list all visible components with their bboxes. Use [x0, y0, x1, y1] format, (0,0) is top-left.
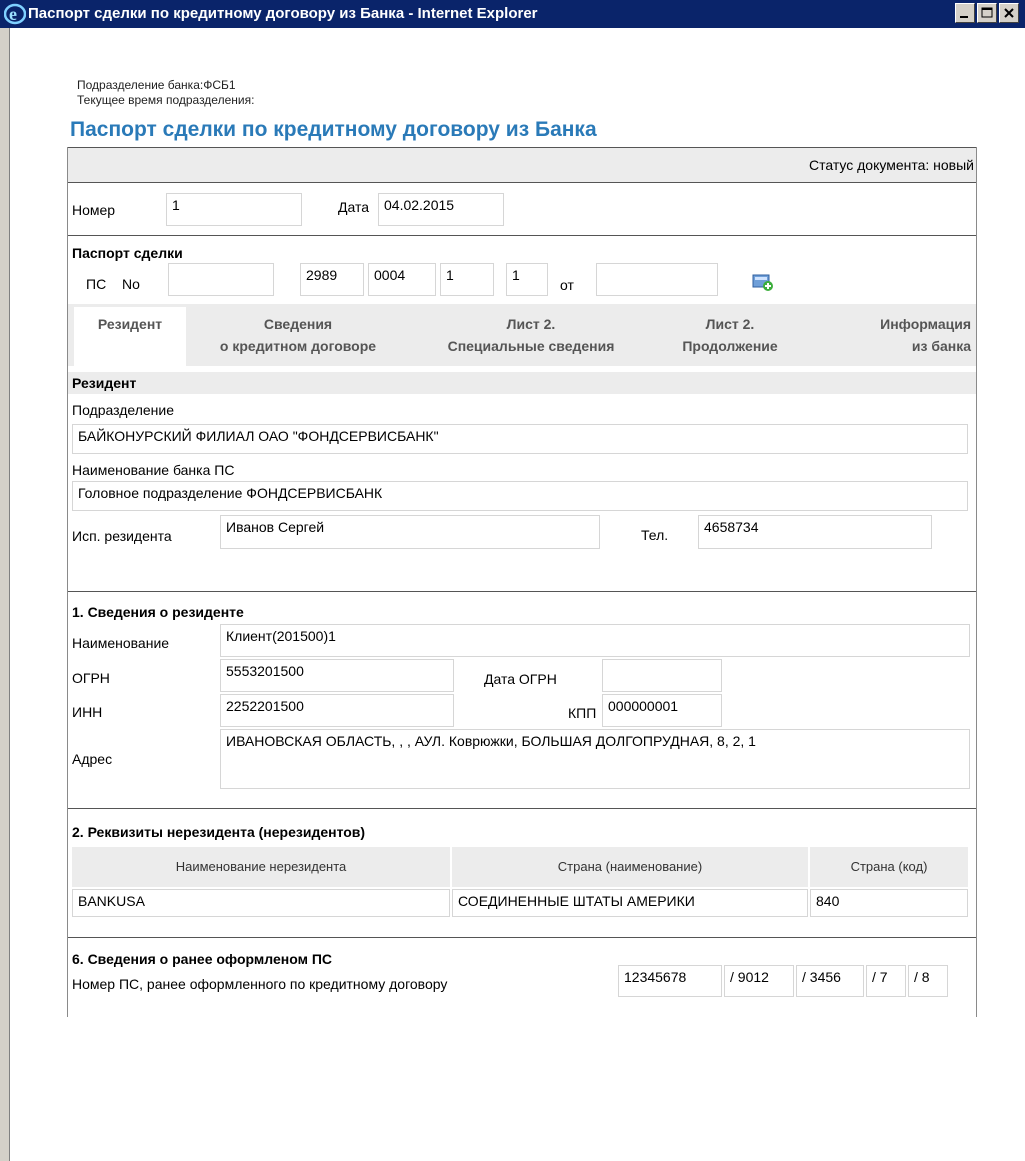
section1-heading: 1. Сведения о резиденте: [72, 604, 244, 620]
close-icon: [1004, 8, 1014, 18]
bank-division-line: Подразделение банка:ФСБ1: [77, 78, 236, 92]
prior-ps-part3[interactable]: / 3456: [796, 965, 864, 997]
svg-text:e: e: [9, 4, 17, 24]
number-label: Номер: [72, 202, 116, 218]
passport-part2-input[interactable]: 2989: [300, 263, 364, 296]
tab-resident-label: Резидент: [97, 316, 163, 332]
tab-resident[interactable]: Резидент: [74, 307, 186, 369]
resident-section-title: Резидент: [72, 375, 137, 391]
phone-label: Тел.: [641, 527, 669, 543]
divider: [68, 591, 976, 592]
division-label: Подразделение: [72, 402, 175, 418]
tab-credit-agreement[interactable]: Сведения о кредитном договоре: [189, 307, 407, 363]
prior-ps-part2[interactable]: / 9012: [724, 965, 794, 997]
prior-ps-part1[interactable]: 12345678: [618, 965, 722, 997]
no-label: No: [122, 276, 140, 292]
executor-label: Исп. резидента: [72, 528, 172, 544]
division-input[interactable]: БАЙКОНУРСКИЙ ФИЛИАЛ ОАО "ФОНДСЕРВИСБАНК": [72, 424, 968, 454]
divider: [68, 235, 976, 236]
tab-special-info[interactable]: Лист 2. Специальные сведения: [409, 307, 653, 363]
from-label: от: [560, 277, 574, 293]
ps-label: ПС: [86, 276, 107, 292]
ogrn-label: ОГРН: [72, 670, 110, 686]
divider: [68, 937, 976, 938]
document-form: Статус документа: новый Номер 1 Дата 04.…: [67, 147, 977, 1017]
country-code-cell[interactable]: 840: [810, 889, 968, 917]
resident-name-label: Наименование: [72, 635, 170, 651]
passport-from-input[interactable]: [596, 263, 718, 296]
col-header-country-code: Страна (код): [810, 847, 968, 887]
kpp-label: КПП: [568, 705, 597, 721]
prior-ps-part4[interactable]: / 7: [866, 965, 906, 997]
document-status: Статус документа: новый: [808, 157, 974, 173]
resident-section-header: Резидент: [68, 372, 976, 394]
bank-name-label: Наименование банка ПС: [72, 462, 235, 478]
section6-heading: 6. Сведения о ранее оформленом ПС: [72, 951, 333, 967]
kpp-input[interactable]: 000000001: [602, 694, 722, 727]
passport-part4-input[interactable]: 1: [440, 263, 494, 296]
section2-heading: 2. Реквизиты нерезидента (нерезидентов): [72, 824, 366, 840]
resident-name-input[interactable]: Клиент(201500)1: [220, 624, 970, 657]
col-header-nonresident-name: Наименование нерезидента: [72, 847, 450, 887]
address-label: Адрес: [72, 751, 113, 767]
ogrn-date-label: Дата ОГРН: [484, 671, 557, 687]
prior-ps-part5[interactable]: / 8: [908, 965, 948, 997]
tab-bank-info-label: Информация из банка: [880, 316, 971, 354]
date-input[interactable]: 04.02.2015: [378, 193, 504, 226]
passport-part3-input[interactable]: 0004: [368, 263, 436, 296]
tab-continuation-label: Лист 2. Продолжение: [682, 316, 778, 354]
bank-name-input[interactable]: Головное подразделение ФОНДСЕРВИСБАНК: [72, 481, 968, 511]
ogrn-input[interactable]: 5553201500: [220, 659, 454, 692]
nonresident-name-cell[interactable]: BANKUSA: [72, 889, 450, 917]
col-header-country-name: Страна (наименование): [452, 847, 808, 887]
maximize-button[interactable]: [977, 3, 997, 23]
divider: [68, 808, 976, 809]
window-left-border: [0, 28, 10, 1161]
inn-input[interactable]: 2252201500: [220, 694, 454, 727]
inn-label: ИНН: [72, 704, 103, 720]
close-button[interactable]: [999, 3, 1019, 23]
address-input[interactable]: ИВАНОВСКАЯ ОБЛАСТЬ, , , АУЛ. Коврюжки, Б…: [220, 729, 970, 789]
page-title: Паспорт сделки по кредитному договору из…: [70, 118, 597, 141]
tab-bank-info[interactable]: Информация из банка: [807, 307, 975, 363]
division-time-line: Текущее время подразделения:: [77, 93, 255, 107]
passport-no-input[interactable]: [168, 263, 274, 296]
window-title: Паспорт сделки по кредитному договору из…: [28, 5, 538, 22]
minimize-icon: [960, 16, 968, 18]
status-bar: Статус документа: новый: [68, 147, 976, 183]
tab-special-info-label: Лист 2. Специальные сведения: [447, 316, 615, 354]
date-label: Дата: [338, 199, 370, 215]
number-input[interactable]: 1: [166, 193, 302, 226]
passport-heading: Паспорт сделки: [72, 245, 183, 261]
ogrn-date-input[interactable]: [602, 659, 722, 692]
tab-credit-agreement-label: Сведения о кредитном договоре: [219, 316, 377, 354]
window-title-bar[interactable]: e Паспорт сделки по кредитному договору …: [0, 0, 1025, 28]
country-name-cell[interactable]: СОЕДИНЕННЫЕ ШТАТЫ АМЕРИКИ: [452, 889, 808, 917]
phone-input[interactable]: 4658734: [698, 515, 932, 549]
internet-explorer-icon: e: [4, 3, 26, 25]
tab-continuation[interactable]: Лист 2. Продолжение: [655, 307, 805, 363]
minimize-button[interactable]: [955, 3, 975, 23]
add-document-icon[interactable]: [752, 272, 774, 292]
executor-input[interactable]: Иванов Сергей: [220, 515, 600, 549]
prior-ps-label: Номер ПС, ранее оформленного по кредитно…: [72, 976, 448, 992]
passport-part5-input[interactable]: 1: [506, 263, 548, 296]
maximize-icon: [981, 7, 993, 18]
